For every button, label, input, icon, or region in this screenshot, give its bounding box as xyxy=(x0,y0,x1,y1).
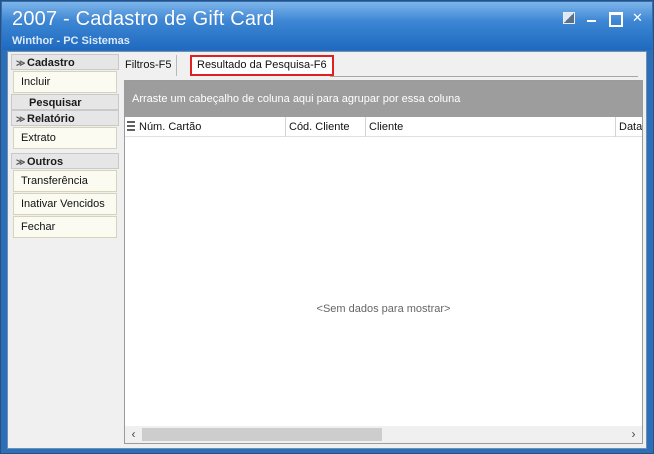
app-window: 2007 - Cadastro de Gift Card Winthor - P… xyxy=(0,0,654,454)
tab-filtros[interactable]: Filtros-F5 xyxy=(120,55,178,76)
sidebar-item-transferencia[interactable]: Transferência xyxy=(13,170,117,192)
empty-grid-message: <Sem dados para mostrar> xyxy=(316,303,451,315)
sidebar-group-label: Cadastro xyxy=(27,57,75,69)
sidebar-item-inativar-vencidos[interactable]: Inativar Vencidos xyxy=(13,193,117,215)
tab-resultado-pesquisa[interactable]: Resultado da Pesquisa-F6 xyxy=(190,55,334,76)
scroll-left-icon[interactable]: ‹ xyxy=(125,426,142,443)
window-controls: ✕ xyxy=(562,11,644,27)
column-header-row: Núm. Cartão Cód. Cliente Cliente Data xyxy=(125,117,642,137)
horizontal-scrollbar[interactable]: ‹ › xyxy=(125,426,642,443)
window-subtitle: Winthor - PC Sistemas xyxy=(12,35,130,47)
tab-divider xyxy=(330,76,638,77)
sidebar-item-incluir[interactable]: Incluir xyxy=(13,71,117,93)
column-data[interactable]: Data xyxy=(616,117,642,137)
title-bar[interactable]: 2007 - Cadastro de Gift Card Winthor - P… xyxy=(2,2,652,50)
column-cliente[interactable]: Cliente xyxy=(366,117,616,137)
client-area: ≫ Cadastro Incluir Pesquisar ≫ Relatório E… xyxy=(7,51,647,449)
chevron-collapse-icon: ≫ xyxy=(16,58,26,68)
sidebar-group-label: Relatório xyxy=(27,113,75,125)
group-by-panel[interactable]: Arraste um cabeçalho de coluna aqui para… xyxy=(125,81,642,117)
column-chooser-icon[interactable] xyxy=(127,121,135,133)
sidebar-item-fechar[interactable]: Fechar xyxy=(13,216,117,238)
tab-strip: Filtros-F5 Resultado da Pesquisa-F6 xyxy=(120,55,640,77)
sidebar-item-extrato[interactable]: Extrato xyxy=(13,127,117,149)
scroll-right-icon[interactable]: › xyxy=(625,426,642,443)
sidebar-group-outros[interactable]: ≫ Outros xyxy=(11,153,119,169)
scrollbar-thumb[interactable] xyxy=(142,428,382,441)
sidebar-group-relatorio[interactable]: ≫ Relatório xyxy=(11,110,119,126)
column-cod-cliente[interactable]: Cód. Cliente xyxy=(286,117,366,137)
window-title: 2007 - Cadastro de Gift Card xyxy=(12,8,275,30)
minimize-button[interactable] xyxy=(585,11,598,24)
sidebar-group-label: Pesquisar xyxy=(29,97,82,109)
sidebar-group-label: Outros xyxy=(27,156,64,168)
chevron-collapse-icon: ≫ xyxy=(16,157,26,167)
sidebar-group-cadastro[interactable]: ≫ Cadastro xyxy=(11,54,119,70)
maximize-button[interactable] xyxy=(608,11,623,27)
close-button[interactable]: ✕ xyxy=(631,11,644,24)
results-grid: Arraste um cabeçalho de coluna aqui para… xyxy=(124,80,643,444)
chevron-collapse-icon: ≫ xyxy=(16,114,26,124)
column-num-cartao[interactable]: Núm. Cartão xyxy=(136,117,286,137)
sidebar: ≫ Cadastro Incluir Pesquisar ≫ Relatório E… xyxy=(11,54,119,247)
sidebar-group-pesquisar[interactable]: Pesquisar xyxy=(11,94,119,110)
skin-toggle-icon[interactable] xyxy=(562,11,575,24)
